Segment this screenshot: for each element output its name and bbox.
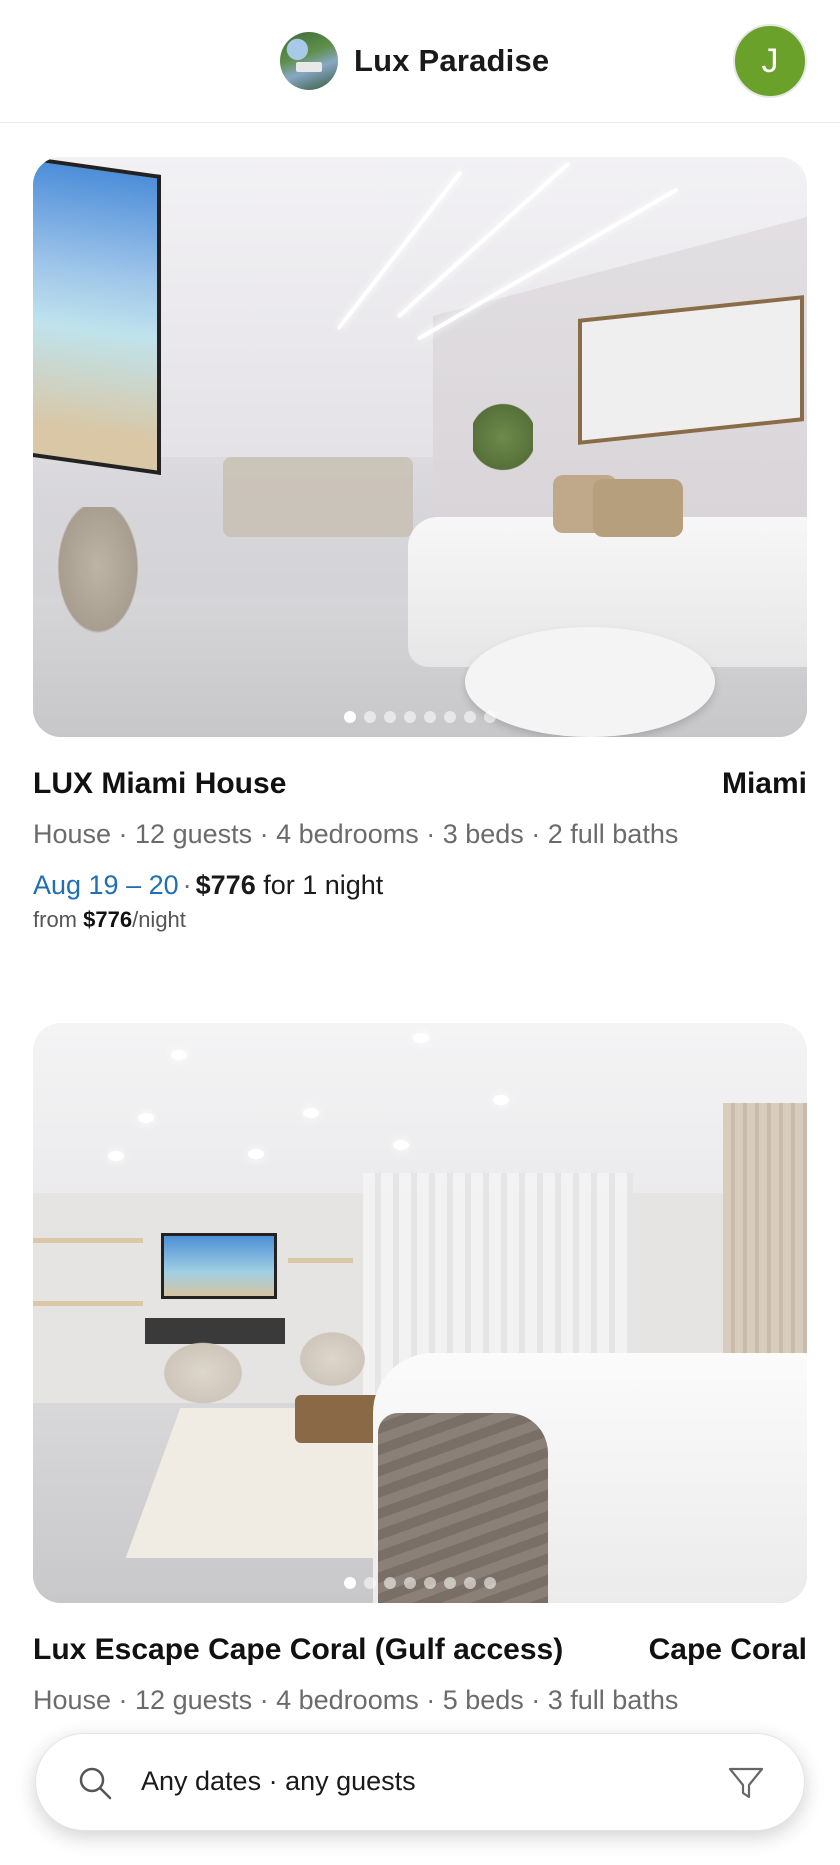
listing-photo[interactable] (33, 157, 807, 737)
photo-pagination[interactable] (33, 1577, 807, 1589)
pagination-dot[interactable] (344, 711, 356, 723)
pagination-dot[interactable] (424, 711, 436, 723)
brand[interactable]: Lux Paradise (280, 32, 549, 90)
pagination-dot[interactable] (484, 1577, 496, 1589)
pagination-dot[interactable] (464, 711, 476, 723)
from-prefix: from (33, 907, 77, 932)
listing-from-price: from $776/night (33, 907, 807, 933)
listing-title[interactable]: LUX Miami House (33, 767, 286, 801)
photo-pagination[interactable] (33, 711, 807, 723)
pagination-dot[interactable] (344, 1577, 356, 1589)
avatar-initial: J (761, 41, 779, 80)
pagination-dot[interactable] (404, 711, 416, 723)
pagination-dot[interactable] (364, 711, 376, 723)
search-bar[interactable]: Any dates · any guests (35, 1733, 805, 1831)
filter-icon[interactable] (726, 1763, 766, 1803)
listing-photo[interactable] (33, 1023, 807, 1603)
brand-logo (280, 32, 338, 90)
listing-price-line: Aug 19 – 20 · $776 for 1 night (33, 870, 384, 900)
pagination-dot[interactable] (364, 1577, 376, 1589)
pagination-dot[interactable] (464, 1577, 476, 1589)
brand-name: Lux Paradise (354, 43, 550, 78)
pagination-dot[interactable] (384, 711, 396, 723)
pagination-dot[interactable] (444, 711, 456, 723)
pagination-dot[interactable] (384, 1577, 396, 1589)
listing-title[interactable]: Lux Escape Cape Coral (Gulf access) (33, 1633, 563, 1667)
search-summary[interactable]: Any dates · any guests (141, 1766, 416, 1797)
listing-details: House · 12 guests · 4 bedrooms · 5 beds … (33, 1685, 679, 1715)
pagination-dot[interactable] (444, 1577, 456, 1589)
listing-price-suffix: for 1 night (263, 870, 384, 900)
listing-card[interactable]: Lux Escape Cape Coral (Gulf access) Cape… (33, 1023, 807, 1716)
pagination-dot[interactable] (424, 1577, 436, 1589)
from-suffix: /night (132, 907, 186, 932)
pagination-dot[interactable] (484, 711, 496, 723)
listing-dates[interactable]: Aug 19 – 20 (33, 870, 179, 900)
listing-city: Cape Coral (648, 1633, 807, 1666)
app-header: Lux Paradise J (0, 0, 840, 123)
listing-details: House · 12 guests · 4 bedrooms · 3 beds … (33, 819, 679, 849)
user-avatar[interactable]: J (733, 24, 807, 98)
from-price: $776 (83, 907, 133, 932)
listing-card[interactable]: LUX Miami House Miami House · 12 guests … (33, 157, 807, 933)
listing-city: Miami (721, 767, 807, 800)
listing-price: $776 (195, 870, 256, 900)
search-icon (79, 1767, 112, 1800)
pagination-dot[interactable] (404, 1577, 416, 1589)
